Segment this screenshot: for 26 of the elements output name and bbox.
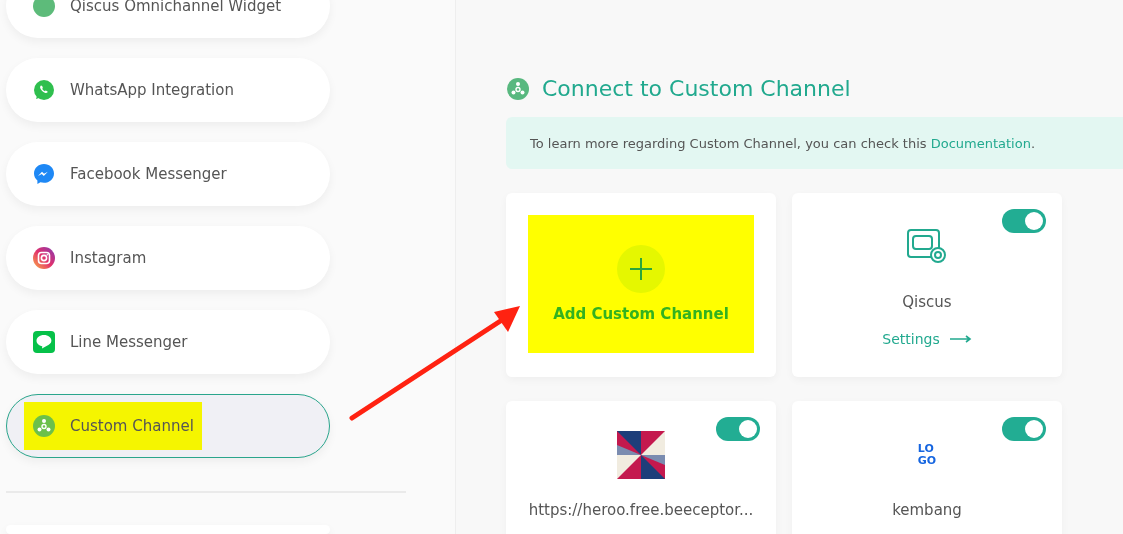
sidebar-item[interactable]: Custom Channel <box>6 394 330 458</box>
chat-bubble-icon <box>32 330 56 354</box>
toggle-switch[interactable] <box>716 417 760 441</box>
channel-name: Qiscus <box>902 293 952 311</box>
plus-icon <box>617 245 665 293</box>
channel-name: kembang <box>892 501 962 519</box>
sidebar-item[interactable]: WhatsApp Integration <box>6 58 330 122</box>
screen-icon <box>907 229 947 265</box>
logo-text: LO GO <box>917 443 937 467</box>
whatsapp-icon <box>32 78 56 102</box>
sidebar-item[interactable]: Facebook Messenger <box>6 142 330 206</box>
page-title: Connect to Custom Channel <box>542 76 851 101</box>
messenger-icon <box>32 162 56 186</box>
info-text: To learn more regarding Custom Channel, you can check this Documentation. <box>530 135 1036 151</box>
add-channel-label: Add Custom Channel <box>553 305 729 323</box>
sidebar-item[interactable]: Qiscus Omnichannel Widget <box>6 0 330 38</box>
network-icon <box>506 76 530 101</box>
instagram-icon <box>32 246 56 270</box>
arrow-right-icon <box>949 335 972 343</box>
sidebar-item[interactable]: Instagram <box>6 226 330 290</box>
toggle-switch[interactable] <box>1002 209 1046 233</box>
network-icon <box>32 414 56 438</box>
widget-icon <box>32 0 56 18</box>
sidebar-item[interactable]: Line Messenger <box>6 310 330 374</box>
toggle-switch[interactable] <box>1002 417 1046 441</box>
channel-name: https://heroo.free.beeceptor... <box>528 501 754 519</box>
